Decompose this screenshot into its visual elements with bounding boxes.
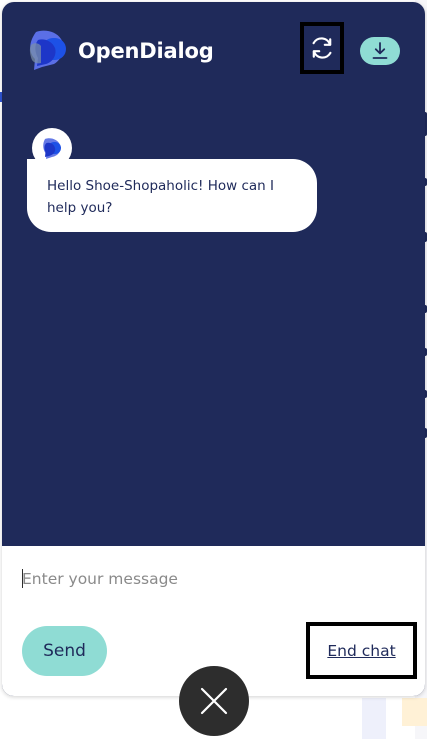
brand-name: OpenDialog — [78, 38, 214, 63]
end-chat-button[interactable]: End chat — [306, 622, 417, 679]
opendialog-logo-icon — [29, 30, 66, 70]
background-tile — [362, 698, 386, 739]
chat-widget: OpenDialog Hello Shoe-Shopaholic! How ca… — [2, 2, 425, 696]
opendialog-logo-icon — [43, 138, 61, 159]
refresh-button[interactable] — [300, 22, 344, 74]
brand: OpenDialog — [26, 28, 214, 72]
send-button[interactable]: Send — [22, 626, 107, 676]
close-icon — [200, 687, 228, 715]
text-caret — [22, 569, 23, 588]
download-icon — [372, 42, 388, 59]
background-tile — [402, 698, 427, 726]
message-input[interactable] — [22, 566, 402, 592]
close-chat-button[interactable] — [179, 666, 249, 736]
refresh-icon — [312, 37, 332, 59]
download-button[interactable] — [360, 37, 400, 65]
bot-message: Hello Shoe-Shopaholic! How can I help yo… — [27, 159, 317, 232]
chat-header: OpenDialog — [2, 2, 425, 98]
chat-transcript: Hello Shoe-Shopaholic! How can I help yo… — [2, 98, 425, 546]
page-background: OpenDialog Hello Shoe-Shopaholic! How ca… — [0, 0, 427, 739]
